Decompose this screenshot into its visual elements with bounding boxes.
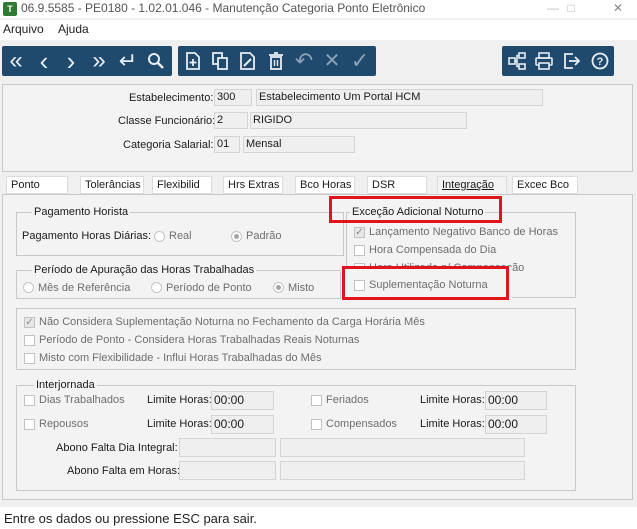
new-icon[interactable] [180, 46, 206, 76]
chk-hora-compensada[interactable] [354, 245, 365, 256]
exit-icon[interactable] [559, 46, 585, 76]
close-button[interactable]: ✕ [603, 0, 633, 18]
highlight-suplementacao-noturna [342, 266, 509, 300]
categoria-code-field[interactable]: 01 [214, 136, 240, 153]
status-text: Entre os dados ou pressione ESC para sai… [4, 511, 257, 526]
chk-nao-considera-suplementacao[interactable]: ✓ [24, 317, 35, 328]
confirm-icon[interactable]: ✓ [347, 46, 373, 76]
compensados-limite-label: Limite Horas: [420, 418, 485, 430]
radio-misto-label: Misto [288, 282, 315, 294]
radio-mes-referencia[interactable] [23, 282, 34, 293]
abono-falta-integral-description [280, 438, 525, 457]
title-bar: T 06.9.5585 - PE0180 - 1.02.01.046 - Man… [0, 0, 637, 18]
chk-repousos[interactable] [24, 419, 35, 430]
radio-padrao[interactable] [231, 231, 242, 242]
chk-compensados[interactable] [311, 419, 322, 430]
menu-bar: Arquivo Ajuda [0, 20, 637, 40]
abono-falta-integral-label: Abono Falta Dia Integral: [56, 442, 178, 454]
tab-flexibilid[interactable]: Flexibilid [152, 176, 212, 194]
estabelecimento-description: Estabelecimento Um Portal HCM [256, 89, 543, 106]
dias-trabalhados-limite-field[interactable]: 00:00 [211, 391, 274, 410]
chk-hora-compensada-label: Hora Compensada do Dia [369, 244, 497, 256]
abono-falta-integral-code-field[interactable] [179, 438, 276, 457]
chk-misto-flexibilidade-label: Misto com Flexibilidade - Influi Horas T… [39, 352, 322, 364]
menu-arquivo[interactable]: Arquivo [3, 22, 44, 36]
radio-periodo-ponto[interactable] [151, 282, 162, 293]
periodo-apuracao-title: Período de Apuração das Horas Trabalhada… [32, 264, 257, 276]
search-icon[interactable] [143, 46, 169, 76]
chk-periodo-ponto-reais[interactable] [24, 335, 35, 346]
status-bar: Entre os dados ou pressione ESC para sai… [0, 507, 637, 529]
radio-periodo-ponto-label: Período de Ponto [166, 282, 252, 294]
tab-dsr[interactable]: DSR [367, 176, 427, 194]
tab-bco-horas[interactable]: Bco Horas [295, 176, 355, 194]
tab-integracao[interactable]: Integração [437, 176, 507, 194]
feriados-limite-label: Limite Horas: [420, 394, 485, 406]
maximize-button[interactable]: □ [556, 0, 586, 18]
cancel-icon[interactable]: ✕ [319, 46, 345, 76]
dias-trabalhados-limite-label: Limite Horas: [147, 394, 212, 406]
repousos-limite-label: Limite Horas: [147, 418, 212, 430]
chk-compensados-label: Compensados [326, 418, 397, 430]
compensados-limite-field[interactable]: 00:00 [485, 415, 547, 434]
highlight-excecao-title [329, 196, 502, 223]
abono-falta-horas-label: Abono Falta em Horas: [67, 465, 181, 477]
pagamento-horista-title: Pagamento Horista [32, 206, 131, 218]
undo-icon[interactable]: ↶ [291, 46, 317, 76]
radio-mes-referencia-label: Mês de Referência [38, 282, 131, 294]
feriados-limite-field[interactable]: 00:00 [485, 391, 547, 410]
radio-real-label: Real [169, 230, 192, 242]
window-title: 06.9.5585 - PE0180 - 1.02.01.046 - Manut… [21, 1, 426, 15]
chk-misto-flexibilidade[interactable] [24, 353, 35, 364]
chk-periodo-ponto-reais-label: Período de Ponto - Considera Horas Traba… [39, 334, 360, 346]
help-icon[interactable]: ? [587, 46, 613, 76]
pagamento-horas-diarias-label: Pagamento Horas Diárias: [22, 230, 152, 242]
return-icon[interactable]: ↵ [115, 46, 141, 76]
interjornada-title: Interjornada [34, 379, 97, 391]
classe-description: RIGIDO [250, 112, 467, 129]
next-icon[interactable]: › [58, 46, 84, 76]
estabelecimento-code-field[interactable]: 300 [214, 89, 252, 106]
classe-code-field[interactable]: 2 [214, 112, 248, 129]
chk-dias-trabalhados[interactable] [24, 395, 35, 406]
menu-ajuda[interactable]: Ajuda [58, 22, 89, 36]
tab-ponto[interactable]: Ponto [6, 176, 68, 194]
chk-nao-considera-suplementacao-label: Não Considera Suplementação Noturna no F… [39, 316, 425, 328]
chk-lancamento-negativo[interactable]: ✓ [354, 227, 365, 238]
chk-repousos-label: Repousos [39, 418, 89, 430]
chk-dias-trabalhados-label: Dias Trabalhados [39, 394, 125, 406]
structure-icon[interactable] [504, 46, 530, 76]
copy-icon[interactable] [207, 46, 233, 76]
chk-lancamento-negativo-label: Lançamento Negativo Banco de Horas [369, 226, 558, 238]
categoria-label: Categoria Salarial: [123, 139, 214, 151]
chk-feriados-label: Feriados [326, 394, 369, 406]
repousos-limite-field[interactable]: 00:00 [211, 415, 274, 434]
delete-icon[interactable] [263, 46, 289, 76]
edit-icon[interactable] [235, 46, 261, 76]
radio-real[interactable] [154, 231, 165, 242]
first-icon[interactable]: « [3, 46, 29, 76]
svg-text:?: ? [597, 56, 604, 68]
tab-excec-bco[interactable]: Excec Bco [512, 176, 578, 194]
estabelecimento-label: Estabelecimento: [129, 92, 214, 104]
previous-icon[interactable]: ‹ [31, 46, 57, 76]
radio-misto[interactable] [273, 282, 284, 293]
tab-tolerancias[interactable]: Tolerâncias [80, 176, 144, 194]
abono-falta-horas-description [280, 461, 525, 480]
last-icon[interactable]: » [86, 46, 112, 76]
classe-label: Classe Funcionário: [118, 115, 216, 127]
radio-padrao-label: Padrão [246, 230, 282, 242]
abono-falta-horas-code-field[interactable] [179, 461, 276, 480]
app-icon: T [3, 2, 17, 16]
tab-hrs-extras[interactable]: Hrs Extras [223, 176, 283, 194]
chk-feriados[interactable] [311, 395, 322, 406]
categoria-description: Mensal [243, 136, 355, 153]
print-icon[interactable] [531, 46, 557, 76]
